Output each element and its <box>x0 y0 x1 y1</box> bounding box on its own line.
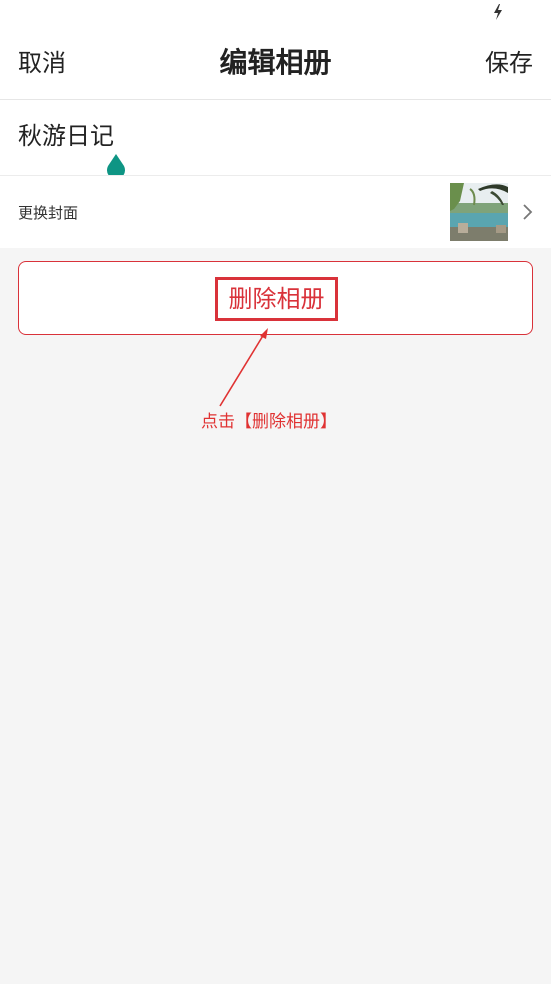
save-button[interactable]: 保存 <box>485 48 533 78</box>
annotation-text: 点击【删除相册】 <box>201 412 337 432</box>
album-name-row: 秋游日记 <box>0 100 551 180</box>
change-cover-label: 更换封面 <box>18 204 79 222</box>
lightning-bolt-icon <box>494 4 502 20</box>
change-cover-row[interactable]: 更换封面 <box>0 175 551 248</box>
cover-thumbnail[interactable] <box>450 183 508 241</box>
chevron-right-icon <box>523 204 533 220</box>
delete-album-label: 删除相册 <box>215 277 338 321</box>
page-title: 编辑相册 <box>219 46 332 79</box>
album-name-input[interactable]: 秋游日记 <box>18 120 518 152</box>
status-bar <box>0 0 551 28</box>
annotation-arrow <box>219 328 268 407</box>
nav-bar: 取消 编辑相册 保存 <box>0 28 551 100</box>
